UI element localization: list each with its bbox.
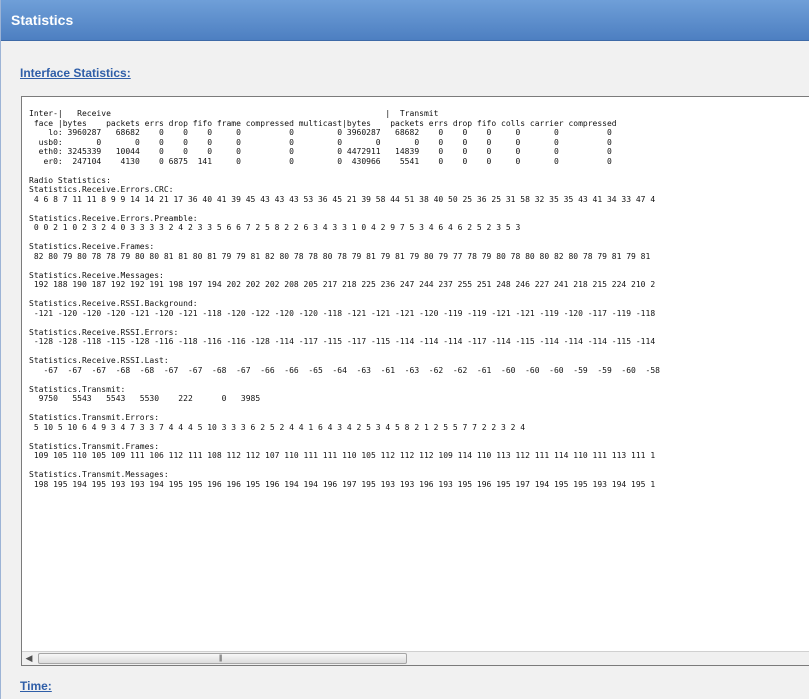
- time-link[interactable]: Time:: [20, 679, 52, 693]
- scroll-thumb[interactable]: |||: [38, 653, 407, 664]
- page-frame: Statistics Interface Statistics: Inter-|…: [0, 0, 809, 699]
- horizontal-scrollbar[interactable]: ◀ |||: [22, 651, 809, 665]
- statistics-output-text: Inter-| Receive | Transmit face |bytes p…: [29, 109, 660, 489]
- page-title: Statistics: [11, 12, 74, 28]
- statistics-output-panel[interactable]: Inter-| Receive | Transmit face |bytes p…: [21, 96, 809, 666]
- interface-statistics-link[interactable]: Interface Statistics:: [20, 66, 131, 80]
- header-bar: Statistics: [1, 0, 809, 41]
- scroll-grip-icon: |||: [219, 655, 223, 662]
- scroll-left-icon[interactable]: ◀: [22, 652, 36, 665]
